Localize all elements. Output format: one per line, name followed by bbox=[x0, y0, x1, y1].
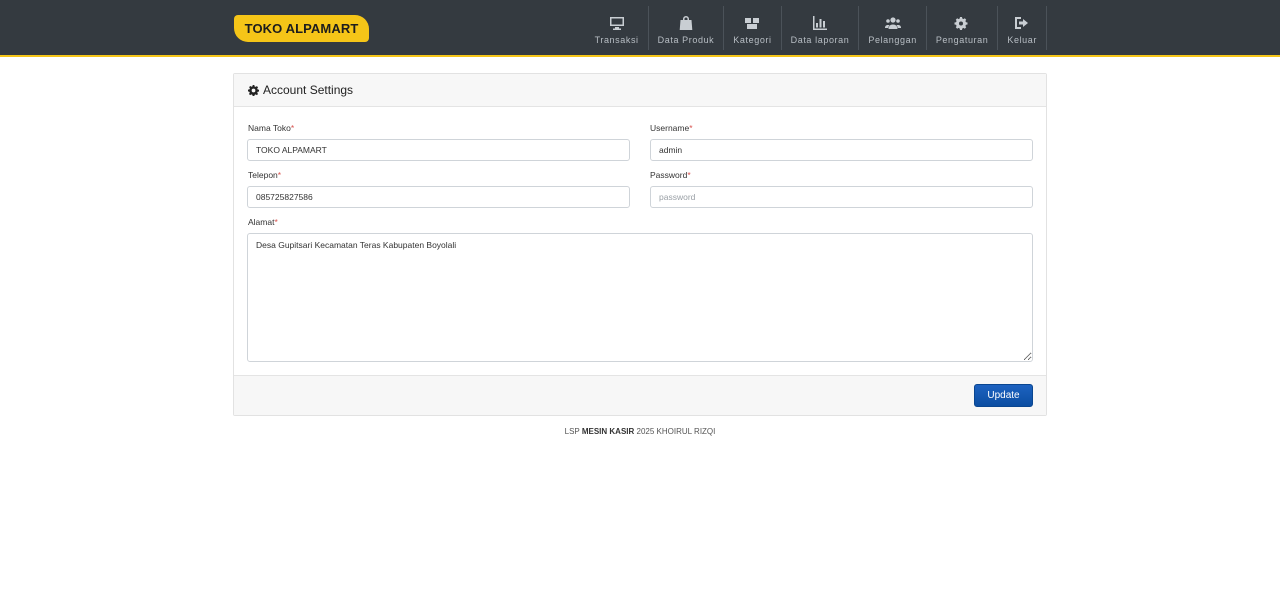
username-label-text: Username bbox=[650, 123, 690, 133]
alamat-label-text: Alamat bbox=[248, 217, 275, 227]
update-button[interactable]: Update bbox=[974, 384, 1033, 407]
nav-label: Kategori bbox=[733, 35, 772, 45]
nav-label: Pengaturan bbox=[935, 35, 989, 45]
password-label: Password* bbox=[650, 170, 691, 180]
password-label-text: Password bbox=[650, 170, 688, 180]
footer-app-name: MESIN KASIR bbox=[581, 427, 635, 436]
nav-item-keluar[interactable]: Keluar bbox=[998, 6, 1047, 50]
nav-label: Pelanggan bbox=[868, 35, 917, 45]
account-settings-card: Account Settings Nama Toko* Username* Te… bbox=[233, 73, 1047, 416]
cogs-icon bbox=[953, 14, 971, 32]
username-label: Username* bbox=[650, 123, 693, 133]
top-navbar: TOKO ALPAMART Transaksi Data Produk Kate… bbox=[0, 0, 1280, 57]
nama-toko-label: Nama Toko* bbox=[248, 123, 294, 133]
nav-item-data-produk[interactable]: Data Produk bbox=[649, 6, 725, 50]
card-footer: Update bbox=[234, 375, 1046, 415]
nav-item-pengaturan[interactable]: Pengaturan bbox=[927, 6, 999, 50]
required-mark: * bbox=[274, 217, 278, 227]
nav-item-pelanggan[interactable]: Pelanggan bbox=[859, 6, 927, 50]
nama-toko-label-text: Nama Toko bbox=[248, 123, 291, 133]
required-mark: * bbox=[290, 123, 295, 133]
required-mark: * bbox=[687, 170, 691, 180]
users-icon bbox=[884, 14, 902, 32]
nav-item-kategori[interactable]: Kategori bbox=[724, 6, 782, 50]
nama-toko-input[interactable] bbox=[247, 139, 630, 161]
monitor-icon bbox=[608, 14, 626, 32]
telepon-input[interactable] bbox=[247, 186, 630, 208]
nav-label: Data laporan bbox=[790, 35, 850, 45]
telepon-label: Telepon* bbox=[248, 170, 281, 180]
card-header: Account Settings bbox=[234, 74, 1046, 107]
nav-label: Transaksi bbox=[594, 35, 639, 45]
bar-chart-icon bbox=[811, 14, 829, 32]
nav-label: Keluar bbox=[1007, 35, 1037, 45]
boxes-icon bbox=[743, 14, 761, 32]
main-nav: Transaksi Data Produk Kategori Data lapo… bbox=[586, 6, 1047, 50]
page-footer: LSP MESIN KASIR 2025 KHOIRUL RIZQI bbox=[0, 427, 1280, 436]
nav-item-transaksi[interactable]: Transaksi bbox=[586, 6, 649, 50]
alamat-textarea[interactable]: Desa Gupitsari Kecamatan Teras Kabupaten… bbox=[247, 233, 1033, 362]
footer-prefix: LSP bbox=[564, 427, 580, 436]
brand-name: TOKO ALPAMART bbox=[244, 21, 359, 36]
required-mark: * bbox=[689, 123, 693, 133]
username-input[interactable] bbox=[650, 139, 1033, 161]
nav-label: Data Produk bbox=[657, 35, 715, 45]
brand-logo[interactable]: TOKO ALPAMART bbox=[234, 15, 369, 42]
alamat-label: Alamat* bbox=[248, 217, 278, 227]
footer-suffix: 2025 KHOIRUL RIZQI bbox=[636, 427, 716, 436]
password-input[interactable] bbox=[650, 186, 1033, 208]
sign-out-icon bbox=[1013, 14, 1031, 32]
telepon-label-text: Telepon bbox=[248, 170, 278, 180]
gear-icon bbox=[248, 84, 259, 96]
nav-item-data-laporan[interactable]: Data laporan bbox=[782, 6, 860, 50]
required-mark: * bbox=[277, 170, 282, 180]
card-title: Account Settings bbox=[263, 83, 354, 97]
shopping-bag-icon bbox=[677, 14, 695, 32]
